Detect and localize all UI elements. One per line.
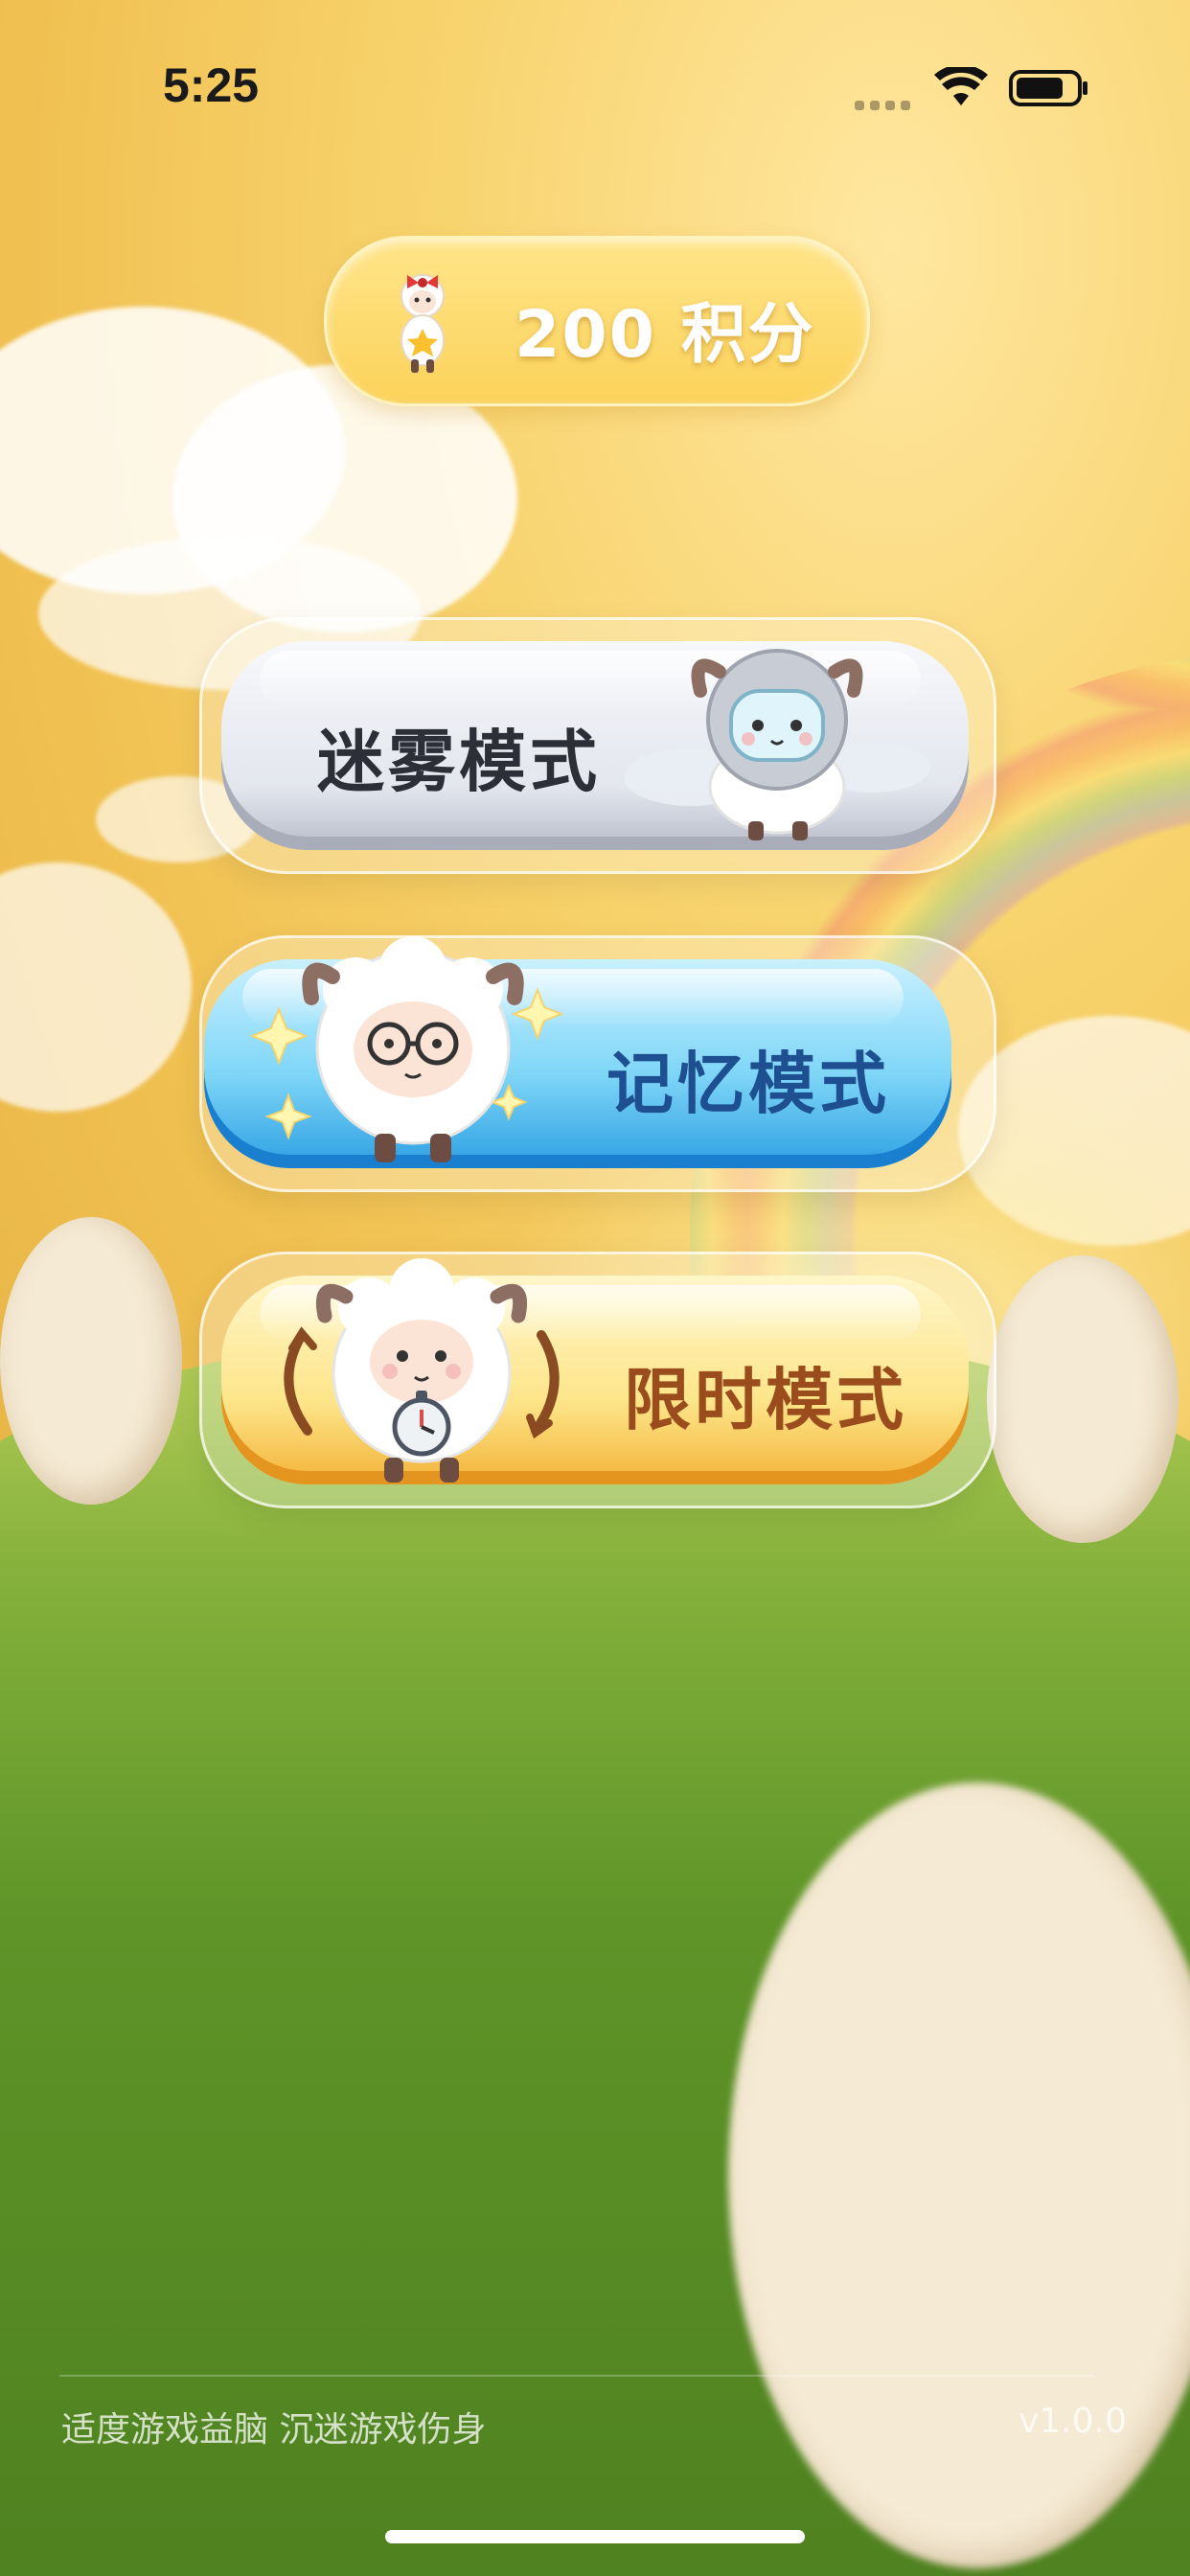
version-label: v1.0.0 xyxy=(1018,2402,1127,2441)
background-sheep xyxy=(987,1255,1179,1543)
sheep-mascot-icon xyxy=(400,274,445,373)
memory-mode-label: 记忆模式 xyxy=(606,1045,890,1123)
stopwatch-sheep-icon xyxy=(284,1258,560,1483)
points-display[interactable]: 200 积分 xyxy=(324,236,870,406)
fog-mode-label: 迷雾模式 xyxy=(317,723,601,801)
timed-mode-label: 限时模式 xyxy=(624,1361,907,1439)
timed-mode-frame: 限时模式 xyxy=(199,1252,996,1508)
memory-mode-frame: 记忆模式 xyxy=(199,935,996,1192)
background-sheep xyxy=(0,1217,182,1505)
wifi-icon xyxy=(934,67,988,105)
battery-icon xyxy=(1009,70,1087,106)
glasses-sheep-icon xyxy=(250,936,564,1162)
health-notice: 适度游戏益脑 沉迷游戏伤身 xyxy=(61,2410,487,2450)
footer-divider xyxy=(59,2375,1094,2377)
home-indicator[interactable] xyxy=(385,2530,805,2543)
status-time: 5:25 xyxy=(163,58,260,112)
fog-mode-frame: 迷雾模式 xyxy=(199,617,996,874)
points-label: 200 积分 xyxy=(515,297,815,373)
astronaut-sheep-icon xyxy=(624,649,930,840)
cellular-signal-icon xyxy=(855,96,916,110)
